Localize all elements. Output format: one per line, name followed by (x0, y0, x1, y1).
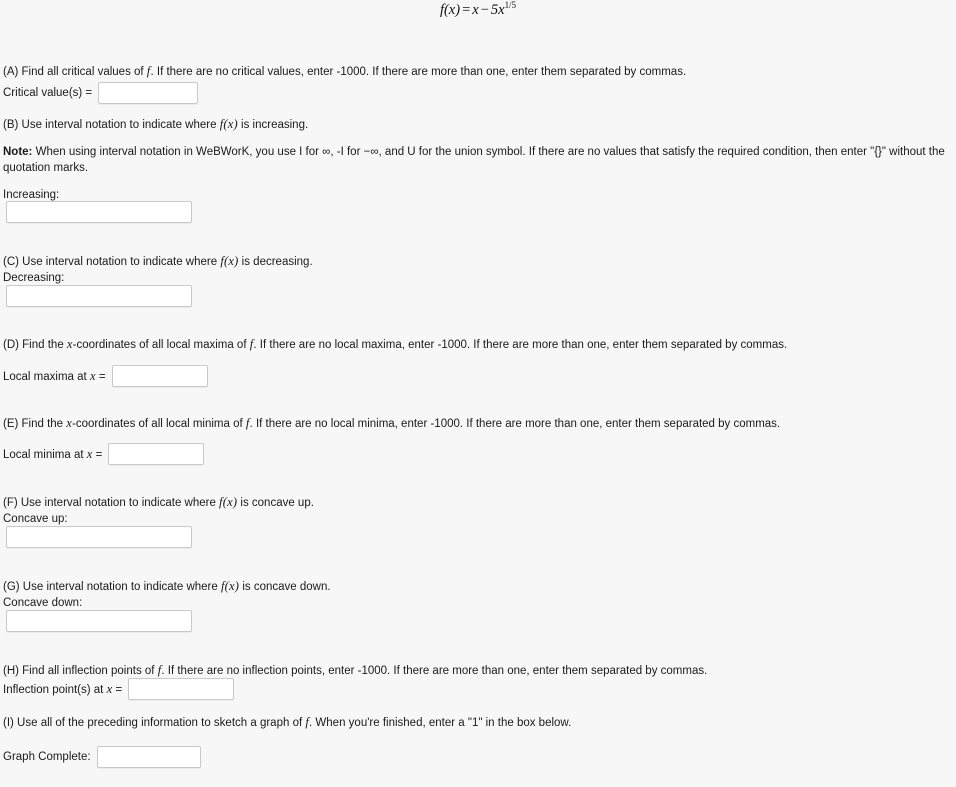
graph-complete-input[interactable] (96, 746, 201, 768)
question-f-prompt-pre: (F) Use interval notation to indicate wh… (3, 497, 220, 509)
concave-up-label: Concave up: (3, 513, 68, 525)
inflection-points-label-post: = (112, 683, 123, 696)
concave-up-input[interactable] (6, 526, 192, 548)
question-e-answer-row: Local minima at x = (3, 443, 205, 465)
question-a-prompt-pre: (A) Find all critical values of (3, 66, 147, 78)
question-g-prompt-pre: (G) Use interval notation to indicate wh… (3, 581, 221, 593)
formula-minus: − (480, 2, 489, 18)
question-h-answer-row: Inflection point(s) at x = (3, 678, 235, 700)
local-minima-label-post: = (92, 448, 103, 461)
question-e-prompt-pre: (E) Find the (3, 418, 67, 430)
note-label: Note: (3, 146, 33, 158)
question-f-prompt-post: is concave up. (237, 497, 314, 509)
formula-lhs: f(x) (439, 2, 461, 18)
negative-infinity-symbol: −∞ (363, 146, 379, 158)
problem-page: f(x) = x −5x1/5 (A) Find all critical value… (0, 0, 956, 787)
question-c-prompt: (C) Use interval notation to indicate wh… (3, 254, 313, 269)
problem-formula: f(x) = x −5x1/5 (0, 0, 956, 19)
question-c-prompt-math: f(x) (220, 254, 239, 268)
increasing-label: Increasing: (3, 189, 60, 201)
question-d-prompt-post: -coordinates of all local maxima of (72, 339, 250, 351)
question-d-prompt: (D) Find the x-coordinates of all local … (3, 337, 787, 352)
question-b-prompt-post: is increasing. (237, 119, 309, 131)
question-g-prompt: (G) Use interval notation to indicate wh… (3, 579, 331, 594)
local-maxima-label: Local maxima at x = (3, 369, 106, 384)
question-e-prompt: (E) Find the x-coordinates of all local … (3, 416, 780, 431)
formula-equals: = (462, 2, 471, 18)
question-d-prompt-pre: (D) Find the (3, 339, 67, 351)
question-h-prompt-post: . If there are no inflection points, ent… (161, 665, 708, 677)
inflection-points-input[interactable] (128, 678, 235, 700)
critical-values-label: Critical value(s) = (3, 87, 93, 99)
question-d-prompt-post2: . If there are no local maxima, enter -1… (253, 339, 788, 351)
question-e-prompt-post: -coordinates of all local minima of (72, 418, 246, 430)
inflection-points-label-pre: Inflection point(s) at (3, 683, 107, 696)
question-c-prompt-pre: (C) Use interval notation to indicate wh… (3, 256, 221, 268)
local-maxima-label-pre: Local maxima at (3, 370, 90, 383)
graph-complete-label: Graph Complete: (3, 751, 91, 763)
question-e-prompt-post2: . If there are no local minima, enter -1… (249, 418, 781, 430)
question-c-prompt-post: is decreasing. (238, 256, 313, 268)
local-minima-input[interactable] (108, 443, 205, 465)
question-b-prompt: (B) Use interval notation to indicate wh… (3, 117, 308, 132)
question-i-prompt: (I) Use all of the preceding information… (3, 715, 571, 730)
inflection-points-label: Inflection point(s) at x = (3, 682, 122, 697)
question-g-prompt-math: f(x) (220, 579, 240, 593)
formula-term1: x (472, 2, 479, 18)
local-minima-label: Local minima at x = (3, 447, 102, 462)
question-b-prompt-pre: (B) Use interval notation to indicate wh… (3, 119, 220, 131)
decreasing-label: Decreasing: (3, 272, 65, 284)
question-a-prompt-post: . If there are no critical values, enter… (150, 66, 687, 78)
question-i-prompt-post: . When you're finished, enter a "1" in t… (309, 717, 572, 729)
local-maxima-input[interactable] (111, 365, 208, 387)
decreasing-input[interactable] (6, 285, 192, 307)
concave-down-input[interactable] (6, 610, 192, 632)
question-a-prompt: (A) Find all critical values of f. If th… (3, 64, 686, 79)
formula-exponent: 1/5 (504, 0, 517, 11)
question-h-prompt-pre: (H) Find all inflection points of (3, 665, 158, 677)
question-f-prompt-math: f(x) (219, 495, 238, 509)
increasing-input[interactable] (6, 201, 192, 223)
local-minima-label-pre: Local minima at (3, 448, 87, 461)
question-g-prompt-post: is concave down. (239, 581, 331, 593)
note-text-1: When using interval notation in WeBWorK,… (32, 146, 323, 158)
question-d-answer-row: Local maxima at x = (3, 365, 208, 387)
local-maxima-label-post: = (95, 370, 106, 383)
critical-values-input[interactable] (98, 82, 199, 104)
question-f-prompt: (F) Use interval notation to indicate wh… (3, 495, 314, 510)
interval-notation-note: Note: When using interval notation in We… (3, 145, 949, 176)
concave-down-label: Concave down: (3, 597, 83, 609)
question-h-prompt: (H) Find all inflection points of f. If … (3, 663, 707, 678)
question-i-answer-row: Graph Complete: (3, 746, 201, 768)
question-a-answer-row: Critical value(s) = (3, 82, 199, 104)
question-i-prompt-pre: (I) Use all of the preceding information… (3, 717, 306, 729)
question-b-prompt-math: f(x) (219, 117, 238, 131)
note-text-2: , -I for (330, 146, 364, 158)
